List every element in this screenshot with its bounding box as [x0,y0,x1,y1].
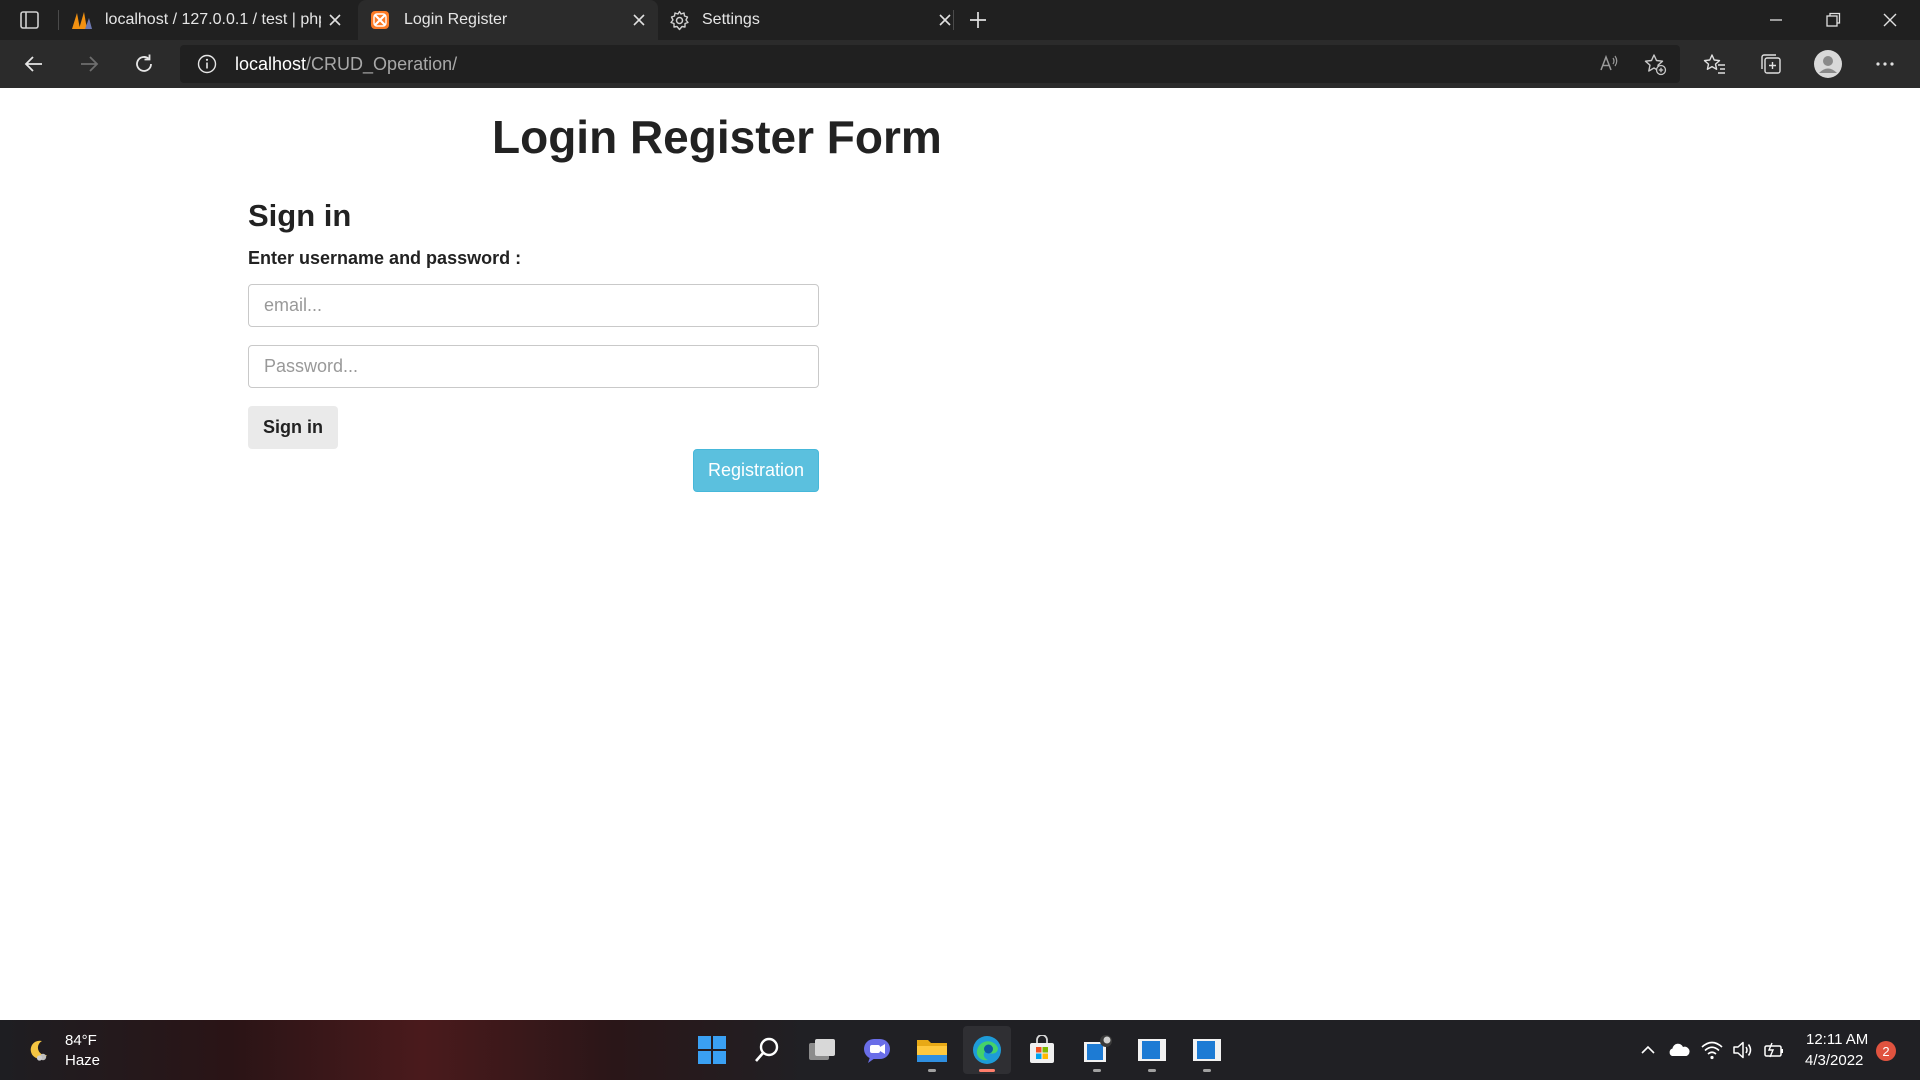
tab-phpmyadmin[interactable]: localhost / 127.0.0.1 / test | phpMyAdmi… [62,0,354,40]
windows-start-icon[interactable] [688,1026,736,1074]
running-indicator [928,1069,936,1072]
file-explorer-icon[interactable] [908,1026,956,1074]
tab-settings[interactable]: Settings [660,0,951,40]
search-icon[interactable] [743,1026,791,1074]
weather-temperature: 84°F [65,1032,97,1049]
running-indicator [1148,1069,1156,1072]
favorites-icon[interactable] [1703,52,1727,76]
back-arrow-icon[interactable] [22,52,46,76]
task-view-icon[interactable] [798,1026,846,1074]
store-icon[interactable] [1018,1026,1066,1074]
tab-login-register[interactable]: Login Register [358,0,658,40]
running-indicator [1203,1069,1211,1072]
url-host: localhost [235,54,307,74]
url-path: /CRUD_Operation/ [306,54,458,74]
weather-condition: Haze [65,1052,101,1069]
site-info-icon[interactable] [197,54,217,74]
tab-separator [953,10,954,30]
email-field[interactable] [248,284,819,327]
clock-date[interactable]: 4/3/2022 [1805,1052,1863,1069]
page-title: Login Register Form [492,111,942,163]
forward-arrow-icon [77,52,101,76]
password-field[interactable] [248,345,819,388]
edge-icon[interactable] [963,1026,1011,1074]
wifi-icon[interactable] [1700,1038,1724,1062]
profile-avatar-icon[interactable] [1813,49,1843,79]
teams-chat-icon[interactable] [853,1026,901,1074]
restore-icon[interactable] [1823,10,1843,30]
tab-bar: localhost / 127.0.0.1 / test | phpMyAdmi… [0,0,1920,40]
address-bar[interactable]: localhost/CRUD_Operation/ [180,45,1680,83]
volume-icon[interactable] [1731,1038,1755,1062]
active-indicator [979,1069,995,1072]
url-text: localhost/CRUD_Operation/ [235,54,457,75]
close-tab-icon[interactable] [936,11,954,29]
signin-heading: Sign in [248,198,352,233]
read-aloud-icon[interactable] [1598,53,1620,75]
refresh-icon[interactable] [132,52,156,76]
app-icon[interactable] [1183,1026,1231,1074]
signin-button[interactable]: Sign in [248,406,338,449]
more-options-icon[interactable] [1873,52,1897,76]
signin-instructions: Enter username and password : [248,248,522,268]
running-indicator [1093,1069,1101,1072]
notification-badge[interactable]: 2 [1876,1041,1896,1061]
tab-separator [58,10,59,30]
app-icon[interactable] [1073,1026,1121,1074]
onedrive-icon[interactable] [1667,1038,1691,1062]
close-tab-icon[interactable] [630,11,648,29]
collections-icon[interactable] [1759,52,1783,76]
add-favorite-icon[interactable] [1643,52,1667,76]
clock-time[interactable]: 12:11 AM [1806,1031,1868,1048]
chevron-up-icon[interactable] [1636,1038,1660,1062]
tab-title: Settings [702,11,760,28]
phpmyadmin-icon [71,10,93,30]
app-icon[interactable] [1128,1026,1176,1074]
registration-button[interactable]: Registration [693,449,819,492]
battery-charging-icon[interactable] [1762,1038,1786,1062]
minimize-icon[interactable] [1766,12,1786,28]
taskbar: 84°F Haze 12:11 AM 4/3/2022 2 [0,1020,1920,1080]
xampp-icon [371,11,389,29]
tab-actions-icon[interactable] [19,10,41,30]
address-toolbar: localhost/CRUD_Operation/ [0,40,1920,88]
tab-title: Login Register [404,11,508,28]
close-window-icon[interactable] [1880,10,1900,30]
gear-icon [669,10,690,31]
moon-icon [26,1038,50,1062]
close-tab-icon[interactable] [326,11,344,29]
tab-title: localhost / 127.0.0.1 / test | phpMyAdmi… [105,11,321,28]
new-tab-icon[interactable] [967,9,989,31]
